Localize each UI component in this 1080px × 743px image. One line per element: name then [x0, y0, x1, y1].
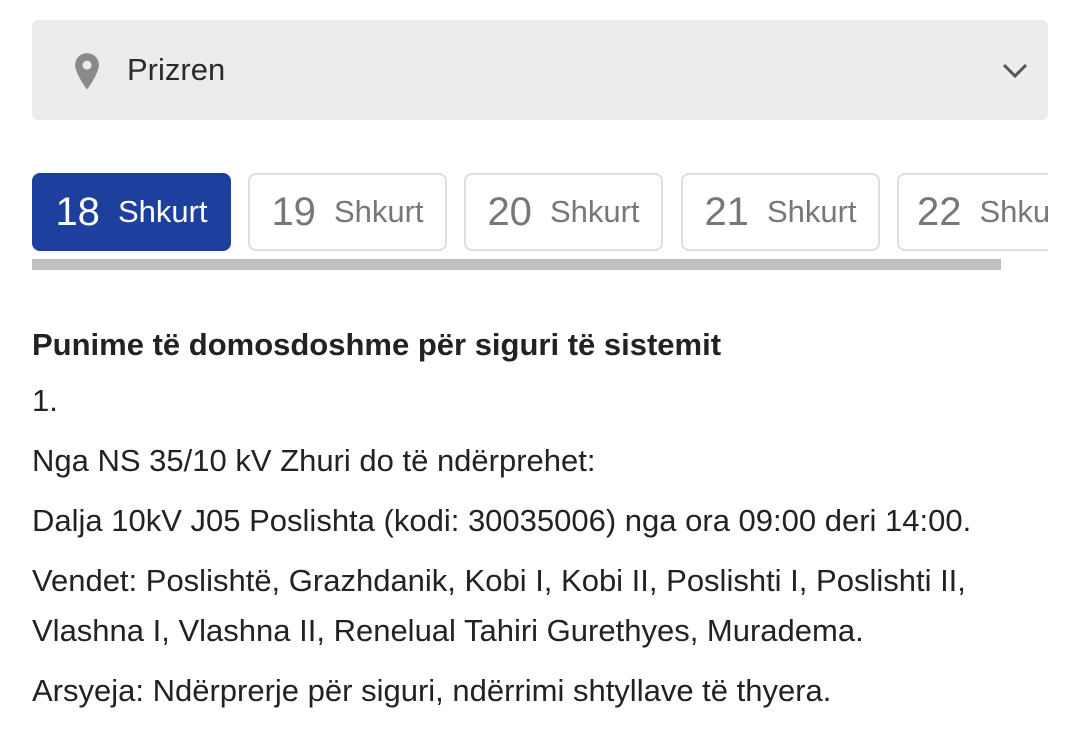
date-day: 20	[487, 189, 532, 234]
date-tab-20[interactable]: 20 Shkurt	[464, 173, 663, 251]
date-month: Shkurt	[117, 194, 208, 229]
date-tab-19[interactable]: 19 Shkurt	[248, 173, 447, 251]
notice-reason: Arsyeja: Ndërprerje për siguri, ndërrimi…	[32, 673, 832, 708]
date-month: Shkurt	[979, 194, 1049, 229]
location-label: Prizren	[127, 52, 226, 87]
map-pin-icon	[75, 53, 99, 90]
chevron-down-icon	[1002, 63, 1028, 79]
date-month: Shkurt	[549, 194, 640, 229]
location-select[interactable]: Prizren	[32, 20, 1048, 120]
date-month: Shkurt	[766, 194, 857, 229]
page: Prizren 18 Shkurt 19 Shkurt 20 Shkurt 21…	[0, 0, 1080, 743]
date-day: 22	[917, 189, 962, 234]
date-tabs: 18 Shkurt 19 Shkurt 20 Shkurt 21 Shkurt …	[32, 173, 1048, 253]
horizontal-scrollbar[interactable]	[32, 259, 1001, 270]
notice-feeder: Dalja 10kV J05 Poslishta (kodi: 30035006…	[32, 503, 972, 538]
notice-title: Punime të domosdoshme për siguri të sist…	[32, 327, 722, 362]
date-tab-22[interactable]: 22 Shkurt	[897, 173, 1048, 251]
date-tab-18[interactable]: 18 Shkurt	[32, 173, 231, 251]
outage-notice: Punime të domosdoshme për siguri të sist…	[32, 320, 1062, 726]
notice-places: Vendet: Poslishtë, Grazhdanik, Kobi I, K…	[32, 563, 966, 648]
notice-number: 1.	[32, 383, 58, 418]
notice-source: Nga NS 35/10 kV Zhuri do të ndërprehet:	[32, 443, 596, 478]
date-month: Shkurt	[333, 194, 424, 229]
date-day: 18	[55, 189, 100, 234]
date-tab-21[interactable]: 21 Shkurt	[681, 173, 880, 251]
date-day: 21	[704, 189, 749, 234]
date-day: 19	[271, 189, 316, 234]
